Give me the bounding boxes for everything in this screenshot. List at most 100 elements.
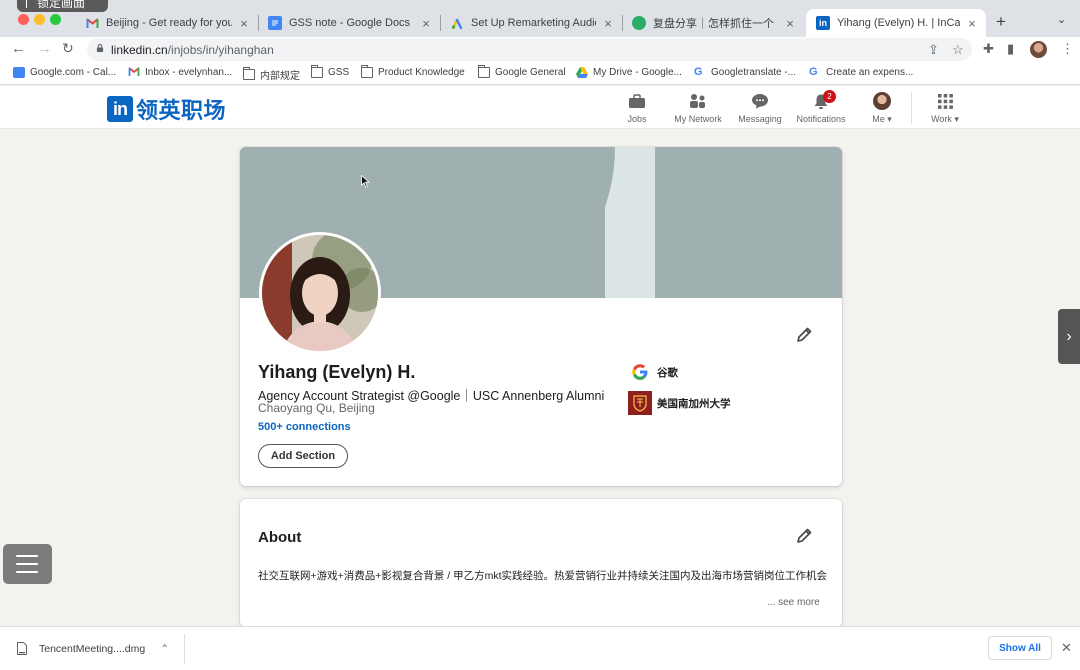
close-window-button[interactable] [18,14,29,25]
browser-profile-avatar[interactable] [1030,41,1047,58]
tab-google-docs[interactable]: GSS note - Google Docs × [258,9,440,37]
folder-icon [478,65,490,78]
edit-pencil-icon[interactable] [795,527,813,545]
nav-work-menu[interactable]: Work ▾ [910,91,980,125]
show-all-downloads-button[interactable]: Show All [988,636,1052,660]
nav-me-menu[interactable]: Me ▾ [847,91,917,125]
close-tab-icon[interactable]: × [420,16,432,31]
bookmarks-bar: Google.com - Cal... Inbox - evelynhan...… [0,63,1080,85]
gmail-icon [128,67,140,78]
connections-link[interactable]: 500+ connections [258,421,351,433]
add-section-button[interactable]: Add Section [258,444,348,468]
side-panel-icon[interactable]: ▮ [1007,41,1014,57]
usc-logo-icon [628,391,652,415]
gmail-icon [85,16,99,30]
folder-icon [243,67,255,80]
messaging-icon [725,91,795,111]
bookmark-item[interactable]: My Drive - Google... [576,67,682,78]
nav-my-network[interactable]: My Network [663,91,733,124]
tab-title: Yihang (Evelyn) H. | InCareer [837,17,960,29]
profile-location: Chaoyang Qu, Beijing [258,401,375,415]
tab-title: GSS note - Google Docs [289,17,411,29]
profile-photo[interactable] [259,232,381,354]
bookmark-item[interactable]: G Googletranslate -... [694,66,796,79]
close-icon[interactable]: ✕ [1061,640,1072,656]
bell-icon [786,91,856,111]
drive-icon [576,67,588,78]
floating-menu-button[interactable] [3,544,52,584]
tab-search-chevron-icon[interactable]: ⌄ [1057,13,1066,26]
avatar-icon [847,91,917,111]
about-heading: About [258,529,302,546]
file-icon [17,642,27,655]
tab-title: Beijing - Get ready for your ha [106,17,232,29]
calendar-icon [13,67,25,78]
network-icon [663,91,733,111]
nav-jobs[interactable]: Jobs [602,91,672,124]
chevron-right-icon[interactable]: › [1058,309,1080,364]
close-tab-icon[interactable]: × [966,16,978,31]
download-item[interactable]: TencentMeeting....dmg ⌃ [17,642,169,655]
linkedin-global-nav: in 领英职场 Jobs My Network Messaging 2 Noti… [0,86,1080,129]
close-tab-icon[interactable]: × [602,16,614,31]
tab-title: 复盘分享｜怎样抓住一个「相对 [653,18,778,30]
current-company-link[interactable]: 谷歌 [628,360,678,384]
linkedin-logo[interactable]: in 领英职场 [107,93,226,125]
bookmark-item[interactable]: Google.com - Cal... [13,67,116,78]
tab-remarketing[interactable]: Set Up Remarketing Audience × [440,9,622,37]
chevron-up-icon[interactable]: ⌃ [160,643,169,655]
education-school-link[interactable]: 美国南加州大学 [628,391,731,415]
bookmark-star-icon[interactable]: ☆ [952,42,964,58]
edit-pencil-icon[interactable] [795,326,813,344]
bookmark-item[interactable]: Inbox - evelynhan... [128,67,232,78]
briefcase-icon [602,91,672,111]
close-tab-icon[interactable]: × [784,16,796,31]
see-more-link[interactable]: ... see more [767,597,820,608]
downloads-bar: TencentMeeting....dmg ⌃ Show All ✕ [0,626,1080,670]
tab-wechat-article[interactable]: 复盘分享｜怎样抓住一个「相对 × [622,9,804,37]
tab-linkedin-profile[interactable]: in Yihang (Evelyn) H. | InCareer × [806,9,986,37]
share-icon[interactable]: ⇪ [928,42,939,58]
bookmark-item[interactable]: G Create an expens... [809,66,913,79]
linkedin-logo-text: 领英职场 [136,98,227,123]
docs-icon [268,16,282,30]
nav-notifications[interactable]: 2 Notifications [786,90,856,124]
bookmark-folder[interactable]: GSS [311,65,349,78]
back-arrow-icon[interactable]: ← [11,40,26,57]
google-icon: G [694,66,703,78]
bookmark-folder[interactable]: 内部规定 [243,67,300,82]
folder-icon [361,65,373,78]
linkedin-icon: in [816,16,830,30]
folder-icon [311,65,323,78]
maximize-window-button[interactable] [50,14,61,25]
bookmark-folder[interactable]: Google General [478,65,566,78]
linkedin-in-mark: in [107,96,133,122]
mouse-cursor-icon [361,175,370,188]
lock-icon [96,44,104,52]
grid-icon [910,91,980,111]
address-bar[interactable]: linkedin.cn/injobs/in/yihanghan ⇪ ☆ [87,38,972,61]
tab-gmail[interactable]: Beijing - Get ready for your ha × [75,9,258,37]
google-logo-icon [628,360,652,384]
profile-top-card: Yihang (Evelyn) H. Agency Account Strate… [240,147,842,486]
url-text: linkedin.cn/injobs/in/yihanghan [111,43,274,57]
google-icon: G [809,66,818,78]
forward-arrow-icon[interactable]: → [37,40,52,57]
wechat-icon [632,16,646,30]
about-summary-text: 社交互联网+游戏+消费品+影视复合背景 / 甲乙方mkt实践经验。热爱营销行业并… [258,570,828,582]
reload-icon[interactable]: ↻ [62,40,74,57]
notification-count-badge: 2 [823,90,836,103]
download-filename: TencentMeeting....dmg [39,642,146,655]
about-section: About 社交互联网+游戏+消费品+影视复合背景 / 甲乙方mkt实践经验。热… [240,499,842,627]
extensions-puzzle-icon[interactable]: ✚ [983,41,994,57]
profile-name: Yihang (Evelyn) H. [258,362,416,382]
close-tab-icon[interactable]: × [238,16,250,31]
new-tab-icon[interactable]: + [996,12,1006,32]
nav-messaging[interactable]: Messaging [725,91,795,124]
minimize-window-button[interactable] [34,14,45,25]
browser-toolbar: ← → ↻ linkedin.cn/injobs/in/yihanghan ⇪ … [0,37,1080,63]
bookmark-folder[interactable]: Product Knowledge [361,65,465,78]
browser-tab-strip: 锁定画面 Beijing - Get ready for your ha × G… [0,0,1080,37]
ads-icon [450,16,464,30]
browser-menu-icon[interactable]: ⋮ [1061,41,1074,57]
